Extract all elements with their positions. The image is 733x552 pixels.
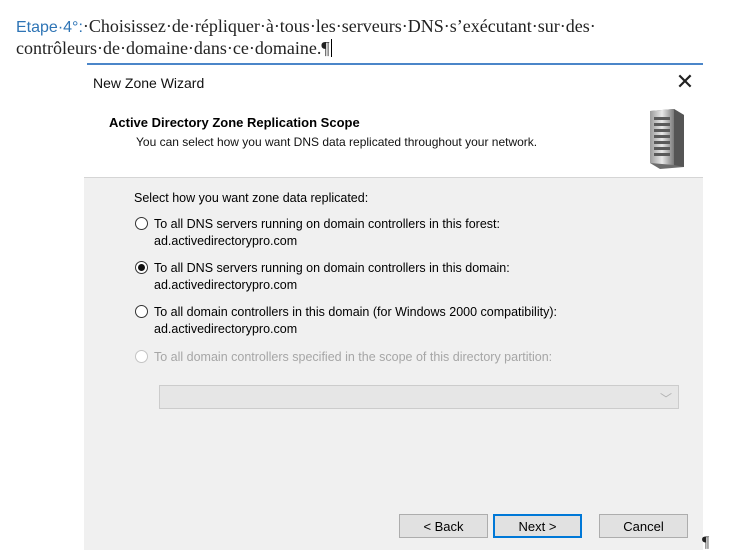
- option-partition-label: To all domain controllers specified in t…: [154, 350, 553, 364]
- replication-prompt: Select how you want zone data replicated…: [134, 191, 369, 205]
- partition-select: ﹀: [159, 385, 679, 409]
- option-domain-domain: ad.activedirectorypro.com: [154, 278, 298, 292]
- document-step-line-continued: contrôleurs·de·domaine·dans·ce·domaine.¶: [16, 37, 332, 59]
- wizard-body: Select how you want zone data replicated…: [84, 178, 703, 550]
- dialog-titlebar[interactable]: New Zone Wizard ✕: [84, 65, 703, 99]
- paragraph-mark: ¶: [702, 534, 710, 551]
- option-forest-label: To all DNS servers running on domain con…: [154, 217, 500, 231]
- step-instruction-text: ·Choisissez·de·répliquer·à·tous·les·serv…: [82, 16, 596, 36]
- option-windows2000-label: To all domain controllers in this domain…: [154, 305, 557, 319]
- option-domain-label: To all DNS servers running on domain con…: [154, 261, 510, 275]
- step-instruction-text-continued: contrôleurs·de·domaine·dans·ce·domaine.¶: [16, 38, 330, 58]
- header-title: Active Directory Zone Replication Scope: [109, 115, 360, 130]
- back-button[interactable]: < Back: [399, 514, 488, 538]
- radio-windows2000[interactable]: [135, 305, 148, 318]
- radio-forest[interactable]: [135, 217, 148, 230]
- option-windows2000-domain: ad.activedirectorypro.com: [154, 322, 298, 336]
- radio-partition: [135, 350, 148, 363]
- radio-domain[interactable]: [135, 261, 148, 274]
- cancel-button[interactable]: Cancel: [599, 514, 688, 538]
- step-prefix: Etape·4°:: [16, 19, 83, 36]
- close-icon[interactable]: ✕: [671, 68, 699, 96]
- new-zone-wizard-dialog: New Zone Wizard ✕ Active Directory Zone …: [84, 65, 703, 550]
- server-icon: [650, 109, 684, 169]
- chevron-down-icon: ﹀: [659, 392, 672, 406]
- document-step-line: Etape·4°:·Choisissez·de·répliquer·à·tous…: [16, 15, 596, 39]
- next-button[interactable]: Next >: [493, 514, 582, 538]
- option-forest-domain: ad.activedirectorypro.com: [154, 234, 298, 248]
- text-cursor: [330, 39, 332, 57]
- header-subtitle: You can select how you want DNS data rep…: [136, 135, 538, 149]
- dialog-title: New Zone Wizard: [93, 75, 205, 91]
- wizard-header: Active Directory Zone Replication Scope …: [84, 99, 703, 178]
